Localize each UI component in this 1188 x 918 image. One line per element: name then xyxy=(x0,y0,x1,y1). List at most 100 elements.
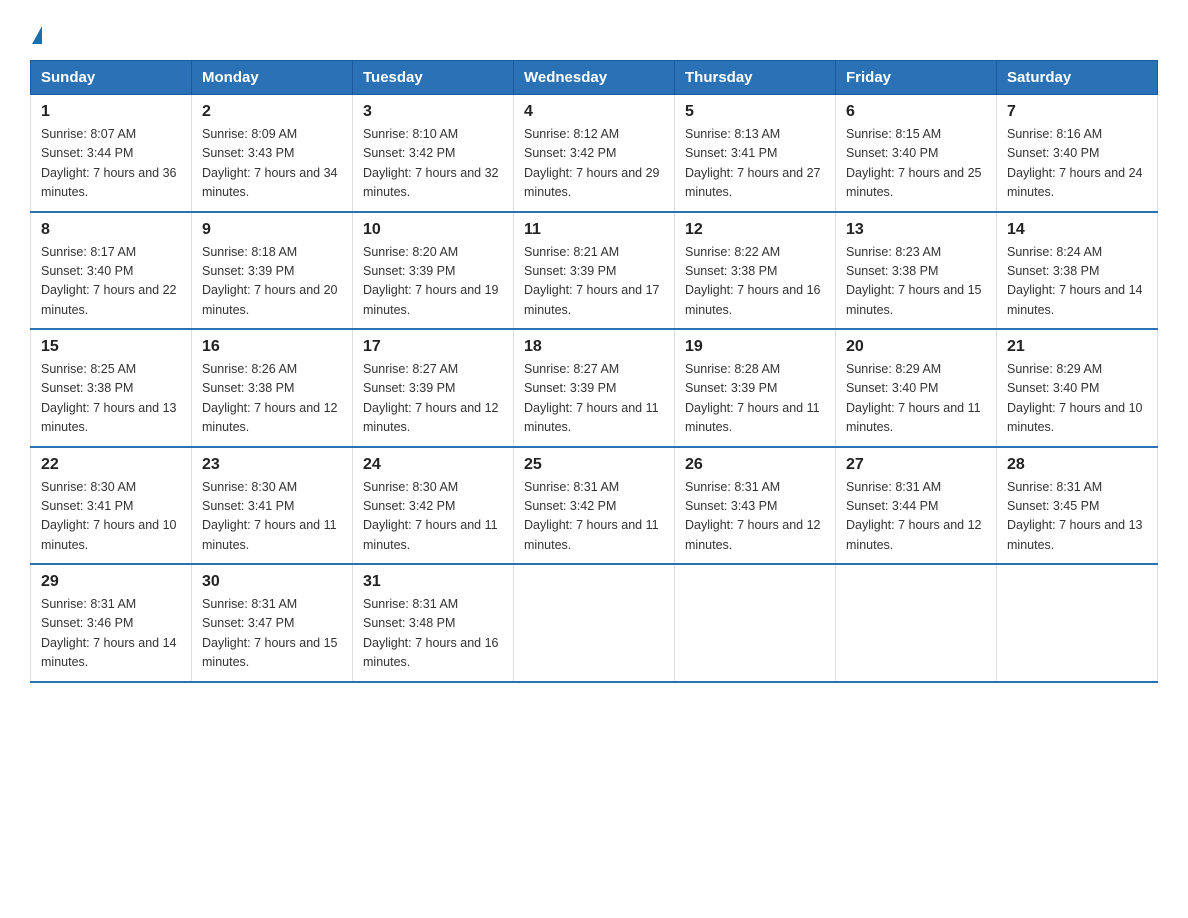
day-info: Sunrise: 8:13 AMSunset: 3:41 PMDaylight:… xyxy=(685,127,821,199)
day-info: Sunrise: 8:09 AMSunset: 3:43 PMDaylight:… xyxy=(202,127,338,199)
calendar-week-3: 15 Sunrise: 8:25 AMSunset: 3:38 PMDaylig… xyxy=(31,329,1158,447)
day-info: Sunrise: 8:31 AMSunset: 3:43 PMDaylight:… xyxy=(685,480,821,552)
day-number: 17 xyxy=(363,338,503,356)
day-info: Sunrise: 8:21 AMSunset: 3:39 PMDaylight:… xyxy=(524,245,660,317)
calendar-cell: 22 Sunrise: 8:30 AMSunset: 3:41 PMDaylig… xyxy=(31,447,192,565)
day-info: Sunrise: 8:24 AMSunset: 3:38 PMDaylight:… xyxy=(1007,245,1143,317)
calendar-cell: 19 Sunrise: 8:28 AMSunset: 3:39 PMDaylig… xyxy=(675,329,836,447)
day-info: Sunrise: 8:31 AMSunset: 3:45 PMDaylight:… xyxy=(1007,480,1143,552)
calendar-cell: 21 Sunrise: 8:29 AMSunset: 3:40 PMDaylig… xyxy=(997,329,1158,447)
day-number: 12 xyxy=(685,221,825,239)
calendar-cell: 5 Sunrise: 8:13 AMSunset: 3:41 PMDayligh… xyxy=(675,95,836,212)
day-info: Sunrise: 8:30 AMSunset: 3:41 PMDaylight:… xyxy=(202,480,337,552)
calendar-cell: 25 Sunrise: 8:31 AMSunset: 3:42 PMDaylig… xyxy=(514,447,675,565)
day-info: Sunrise: 8:16 AMSunset: 3:40 PMDaylight:… xyxy=(1007,127,1143,199)
day-number: 13 xyxy=(846,221,986,239)
day-number: 16 xyxy=(202,338,342,356)
calendar-cell: 20 Sunrise: 8:29 AMSunset: 3:40 PMDaylig… xyxy=(836,329,997,447)
calendar-cell: 26 Sunrise: 8:31 AMSunset: 3:43 PMDaylig… xyxy=(675,447,836,565)
day-info: Sunrise: 8:07 AMSunset: 3:44 PMDaylight:… xyxy=(41,127,177,199)
day-number: 8 xyxy=(41,221,181,239)
calendar-cell: 1 Sunrise: 8:07 AMSunset: 3:44 PMDayligh… xyxy=(31,95,192,212)
day-info: Sunrise: 8:15 AMSunset: 3:40 PMDaylight:… xyxy=(846,127,982,199)
calendar-cell: 27 Sunrise: 8:31 AMSunset: 3:44 PMDaylig… xyxy=(836,447,997,565)
header-wednesday: Wednesday xyxy=(514,61,675,95)
calendar-cell: 18 Sunrise: 8:27 AMSunset: 3:39 PMDaylig… xyxy=(514,329,675,447)
calendar-cell: 10 Sunrise: 8:20 AMSunset: 3:39 PMDaylig… xyxy=(353,212,514,330)
day-number: 19 xyxy=(685,338,825,356)
calendar-cell: 15 Sunrise: 8:25 AMSunset: 3:38 PMDaylig… xyxy=(31,329,192,447)
day-info: Sunrise: 8:22 AMSunset: 3:38 PMDaylight:… xyxy=(685,245,821,317)
calendar-cell: 28 Sunrise: 8:31 AMSunset: 3:45 PMDaylig… xyxy=(997,447,1158,565)
day-info: Sunrise: 8:30 AMSunset: 3:41 PMDaylight:… xyxy=(41,480,177,552)
day-number: 27 xyxy=(846,456,986,474)
calendar-cell: 8 Sunrise: 8:17 AMSunset: 3:40 PMDayligh… xyxy=(31,212,192,330)
day-info: Sunrise: 8:31 AMSunset: 3:44 PMDaylight:… xyxy=(846,480,982,552)
logo-triangle-icon xyxy=(32,26,42,44)
day-number: 6 xyxy=(846,103,986,121)
day-number: 14 xyxy=(1007,221,1147,239)
day-info: Sunrise: 8:31 AMSunset: 3:46 PMDaylight:… xyxy=(41,597,177,669)
day-number: 15 xyxy=(41,338,181,356)
calendar-cell xyxy=(675,564,836,682)
calendar-cell: 13 Sunrise: 8:23 AMSunset: 3:38 PMDaylig… xyxy=(836,212,997,330)
day-info: Sunrise: 8:26 AMSunset: 3:38 PMDaylight:… xyxy=(202,362,338,434)
calendar-cell: 16 Sunrise: 8:26 AMSunset: 3:38 PMDaylig… xyxy=(192,329,353,447)
day-number: 3 xyxy=(363,103,503,121)
day-info: Sunrise: 8:10 AMSunset: 3:42 PMDaylight:… xyxy=(363,127,499,199)
calendar-cell: 9 Sunrise: 8:18 AMSunset: 3:39 PMDayligh… xyxy=(192,212,353,330)
day-number: 18 xyxy=(524,338,664,356)
calendar-cell: 24 Sunrise: 8:30 AMSunset: 3:42 PMDaylig… xyxy=(353,447,514,565)
day-number: 30 xyxy=(202,573,342,591)
calendar-week-4: 22 Sunrise: 8:30 AMSunset: 3:41 PMDaylig… xyxy=(31,447,1158,565)
day-number: 22 xyxy=(41,456,181,474)
calendar-cell: 30 Sunrise: 8:31 AMSunset: 3:47 PMDaylig… xyxy=(192,564,353,682)
calendar-cell: 29 Sunrise: 8:31 AMSunset: 3:46 PMDaylig… xyxy=(31,564,192,682)
day-number: 29 xyxy=(41,573,181,591)
calendar-cell: 12 Sunrise: 8:22 AMSunset: 3:38 PMDaylig… xyxy=(675,212,836,330)
day-number: 5 xyxy=(685,103,825,121)
header-thursday: Thursday xyxy=(675,61,836,95)
day-number: 11 xyxy=(524,221,664,239)
logo xyxy=(30,24,42,44)
day-info: Sunrise: 8:31 AMSunset: 3:42 PMDaylight:… xyxy=(524,480,659,552)
header-saturday: Saturday xyxy=(997,61,1158,95)
day-info: Sunrise: 8:28 AMSunset: 3:39 PMDaylight:… xyxy=(685,362,820,434)
calendar-week-2: 8 Sunrise: 8:17 AMSunset: 3:40 PMDayligh… xyxy=(31,212,1158,330)
day-number: 10 xyxy=(363,221,503,239)
calendar-cell: 6 Sunrise: 8:15 AMSunset: 3:40 PMDayligh… xyxy=(836,95,997,212)
header-monday: Monday xyxy=(192,61,353,95)
calendar-cell xyxy=(997,564,1158,682)
calendar-cell: 31 Sunrise: 8:31 AMSunset: 3:48 PMDaylig… xyxy=(353,564,514,682)
day-number: 20 xyxy=(846,338,986,356)
calendar-table: SundayMondayTuesdayWednesdayThursdayFrid… xyxy=(30,60,1158,683)
day-info: Sunrise: 8:18 AMSunset: 3:39 PMDaylight:… xyxy=(202,245,338,317)
calendar-cell xyxy=(836,564,997,682)
day-info: Sunrise: 8:27 AMSunset: 3:39 PMDaylight:… xyxy=(524,362,659,434)
calendar-cell xyxy=(514,564,675,682)
header-tuesday: Tuesday xyxy=(353,61,514,95)
calendar-cell: 4 Sunrise: 8:12 AMSunset: 3:42 PMDayligh… xyxy=(514,95,675,212)
calendar-week-1: 1 Sunrise: 8:07 AMSunset: 3:44 PMDayligh… xyxy=(31,95,1158,212)
day-info: Sunrise: 8:27 AMSunset: 3:39 PMDaylight:… xyxy=(363,362,499,434)
day-info: Sunrise: 8:30 AMSunset: 3:42 PMDaylight:… xyxy=(363,480,498,552)
day-number: 24 xyxy=(363,456,503,474)
day-info: Sunrise: 8:31 AMSunset: 3:48 PMDaylight:… xyxy=(363,597,499,669)
day-number: 9 xyxy=(202,221,342,239)
calendar-cell: 3 Sunrise: 8:10 AMSunset: 3:42 PMDayligh… xyxy=(353,95,514,212)
day-info: Sunrise: 8:17 AMSunset: 3:40 PMDaylight:… xyxy=(41,245,177,317)
day-number: 4 xyxy=(524,103,664,121)
day-info: Sunrise: 8:12 AMSunset: 3:42 PMDaylight:… xyxy=(524,127,660,199)
day-info: Sunrise: 8:29 AMSunset: 3:40 PMDaylight:… xyxy=(846,362,981,434)
day-number: 2 xyxy=(202,103,342,121)
day-number: 7 xyxy=(1007,103,1147,121)
calendar-cell: 11 Sunrise: 8:21 AMSunset: 3:39 PMDaylig… xyxy=(514,212,675,330)
calendar-week-5: 29 Sunrise: 8:31 AMSunset: 3:46 PMDaylig… xyxy=(31,564,1158,682)
day-number: 1 xyxy=(41,103,181,121)
calendar-cell: 2 Sunrise: 8:09 AMSunset: 3:43 PMDayligh… xyxy=(192,95,353,212)
day-info: Sunrise: 8:23 AMSunset: 3:38 PMDaylight:… xyxy=(846,245,982,317)
day-number: 23 xyxy=(202,456,342,474)
day-info: Sunrise: 8:31 AMSunset: 3:47 PMDaylight:… xyxy=(202,597,338,669)
page-header xyxy=(30,24,1158,44)
day-number: 21 xyxy=(1007,338,1147,356)
